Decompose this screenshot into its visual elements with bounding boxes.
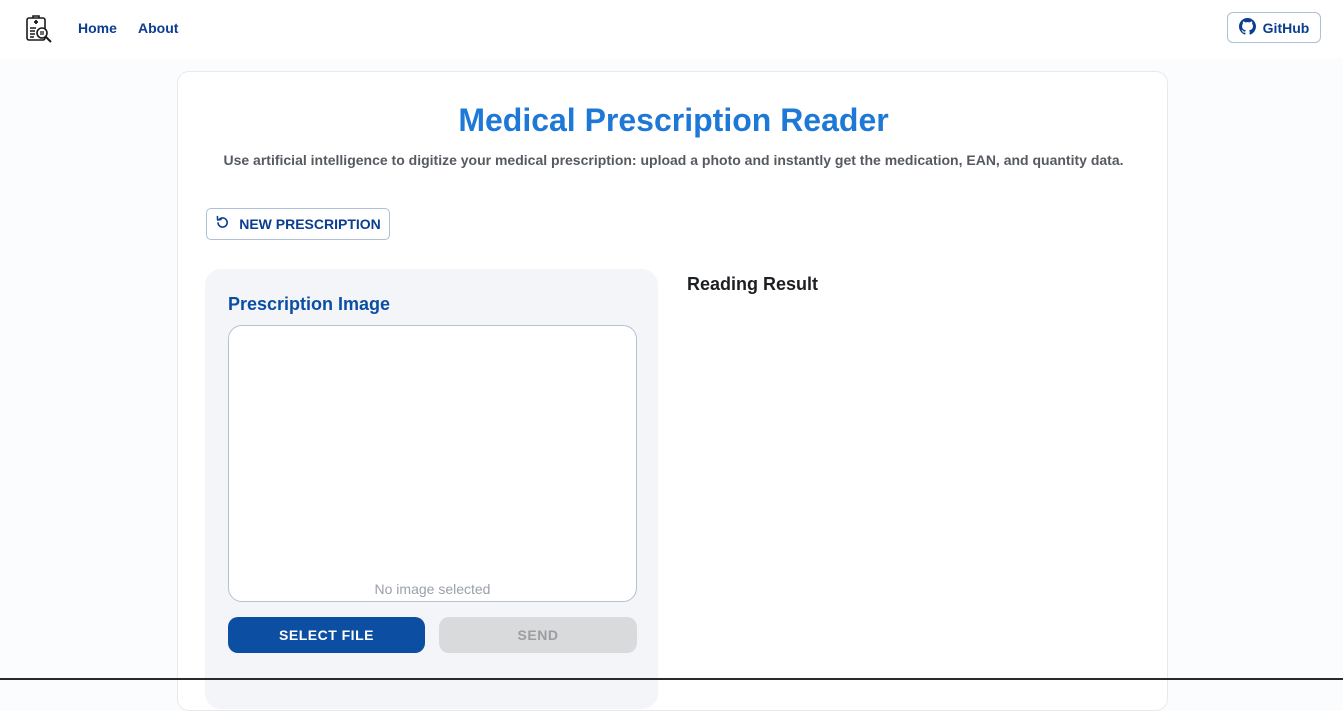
- main-card: Medical Prescription Reader Use artifici…: [177, 71, 1168, 711]
- new-prescription-label: NEW PRESCRIPTION: [239, 216, 381, 232]
- nav-home-link[interactable]: Home: [78, 20, 117, 36]
- refresh-icon: [215, 215, 230, 233]
- prescription-image-title: Prescription Image: [228, 294, 391, 314]
- github-icon: [1238, 17, 1256, 38]
- new-prescription-button[interactable]: NEW PRESCRIPTION: [206, 208, 390, 240]
- reading-result-title: Reading Result: [687, 274, 819, 294]
- github-button[interactable]: GitHub: [1227, 12, 1321, 43]
- github-label: GitHub: [1262, 19, 1310, 36]
- top-navbar: Home About GitHub: [0, 0, 1343, 58]
- nav-about-link[interactable]: About: [138, 20, 178, 36]
- send-button[interactable]: SEND: [439, 617, 637, 653]
- select-file-button[interactable]: SELECT FILE: [228, 617, 425, 653]
- upload-panel: Prescription Image No image selected SEL…: [205, 269, 658, 709]
- page-title: Medical Prescription Reader: [458, 102, 889, 138]
- prescription-search-icon[interactable]: [25, 14, 53, 44]
- image-dropzone[interactable]: No image selected: [228, 325, 637, 602]
- page-subtitle: Use artificial intelligence to digitize …: [223, 152, 1124, 168]
- no-image-text: No image selected: [374, 581, 491, 597]
